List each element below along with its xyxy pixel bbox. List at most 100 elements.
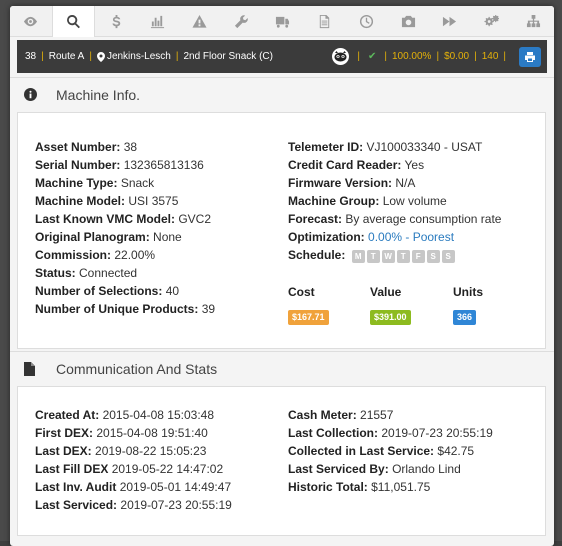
field-label: Credit Card Reader: — [288, 158, 402, 172]
field-label: Collected in Last Service: — [288, 444, 435, 458]
location-name[interactable]: Jenkins-Lesch — [107, 51, 171, 62]
tab-maintenance[interactable] — [220, 6, 262, 36]
separator: | — [384, 51, 387, 62]
tab-delivery[interactable] — [262, 6, 304, 36]
clock-icon — [359, 14, 373, 28]
field-row: Collected in Last Service: $42.75 — [288, 444, 474, 458]
route-stats: | ✔ | 100.00% | $0.00 | 140 | — [332, 46, 541, 67]
optimization-value[interactable]: 0.00% - Poorest — [368, 230, 454, 244]
metric-label-value: Value — [370, 285, 402, 299]
tab-bar — [10, 6, 554, 37]
tab-hierarchy[interactable] — [512, 6, 554, 36]
machine-modal: 38 | Route A | Jenkins-Lesch | 2nd Floor… — [10, 6, 554, 546]
metric-label-cost: Cost — [288, 285, 315, 299]
machine-number: 38 — [25, 51, 37, 62]
field-value: GVC2 — [178, 212, 212, 226]
value-badge: $391.00 — [370, 310, 411, 325]
communication-panel: Created At: 2015-04-08 15:03:48 First DEX… — [17, 386, 546, 536]
field-value: Orlando Lind — [392, 462, 461, 476]
document-icon — [319, 14, 330, 28]
field-value: 2015-04-08 19:51:40 — [96, 426, 208, 440]
schedule-day: W — [381, 250, 395, 263]
count: 140 — [481, 51, 499, 62]
separator: | — [357, 51, 360, 62]
field-value: 2019-07-23 20:55:19 — [381, 426, 493, 440]
tab-search[interactable] — [51, 6, 96, 37]
field-row: Machine Type: Snack — [35, 176, 154, 190]
separator: | — [175, 51, 179, 62]
field-value: By average consumption rate — [345, 212, 502, 226]
separator: | — [474, 51, 477, 62]
field-row: Forecast: By average consumption rate — [288, 212, 501, 226]
field-label: Firmware Version: — [288, 176, 393, 190]
field-value: Connected — [79, 266, 138, 280]
field-label: Last DEX: — [35, 444, 92, 458]
tab-financial[interactable] — [95, 6, 137, 36]
field-row: Firmware Version: N/A — [288, 176, 415, 190]
info-icon — [24, 88, 42, 101]
field-value: $11,051.75 — [371, 480, 431, 494]
print-button[interactable] — [519, 46, 541, 67]
field-value: Yes — [404, 158, 425, 172]
sitemap-icon — [526, 14, 540, 27]
field-value: 22.00% — [114, 248, 156, 262]
machine-info-header: Machine Info. — [10, 77, 554, 111]
field-row: Last Serviced: 2019-07-23 20:55:19 — [35, 498, 232, 512]
field-value: 2015-04-08 15:03:48 — [102, 408, 215, 422]
schedule-day: F — [411, 250, 425, 263]
field-row: Last Known VMC Model: GVC2 — [35, 212, 211, 226]
tab-forward[interactable] — [429, 6, 471, 36]
field-row: Last DEX: 2019-08-22 15:05:23 — [35, 444, 206, 458]
schedule-label: Schedule: — [288, 248, 346, 262]
communication-header: Communication And Stats — [10, 351, 554, 385]
field-row: Historic Total: $11,051.75 — [288, 480, 430, 494]
field-value: 21557 — [360, 408, 394, 422]
tab-overview[interactable] — [10, 6, 52, 36]
field-value: 39 — [201, 302, 216, 316]
field-row: Last Serviced By: Orlando Lind — [288, 462, 461, 476]
section-title: Machine Info. — [56, 86, 141, 103]
tab-alerts[interactable] — [179, 6, 221, 36]
route-name[interactable]: Route A — [49, 51, 85, 62]
field-value: $42.75 — [437, 444, 475, 458]
fast-forward-icon — [443, 16, 457, 26]
separator: | — [41, 51, 44, 62]
field-value: 2019-05-01 14:49:47 — [119, 480, 232, 494]
units-badge: 366 — [453, 310, 477, 325]
field-row: Cash Meter: 21557 — [288, 408, 393, 422]
schedule-day: S — [426, 250, 440, 263]
field-label: Historic Total: — [288, 480, 368, 494]
tab-history[interactable] — [346, 6, 388, 36]
field-value: None — [153, 230, 182, 244]
field-label: First DEX: — [35, 426, 94, 440]
field-label: Last Known VMC Model: — [35, 212, 175, 226]
field-label: Commission: — [35, 248, 112, 262]
tab-documents[interactable] — [304, 6, 346, 36]
field-row: First DEX: 2015-04-08 19:51:40 — [35, 426, 208, 440]
field-value: VJ100033340 - USAT — [366, 140, 483, 154]
field-row: Commission: 22.00% — [35, 248, 155, 262]
field-value: 40 — [165, 284, 180, 298]
field-label: Last Fill DEX — [35, 462, 109, 476]
field-label: Cash Meter: — [288, 408, 357, 422]
search-icon — [67, 14, 80, 29]
field-row: Telemeter ID: VJ100033340 - USAT — [288, 140, 482, 154]
optimization-label: Optimization: — [288, 230, 365, 244]
field-row: Original Planogram: None — [35, 230, 182, 244]
tab-charts[interactable] — [137, 6, 179, 36]
field-value: Low volume — [382, 194, 447, 208]
field-row: Machine Model: USI 3575 — [35, 194, 178, 208]
separator: | — [436, 51, 440, 62]
schedule-day: M — [351, 250, 365, 263]
schedule-row: Schedule: MTWTFSS — [288, 248, 457, 263]
map-marker-icon — [96, 51, 105, 62]
section-title: Communication And Stats — [56, 360, 218, 377]
tab-settings[interactable] — [471, 6, 513, 36]
field-label: Original Planogram: — [35, 230, 150, 244]
tab-photos[interactable] — [387, 6, 429, 36]
machine-info-panel: Asset Number: 38 Serial Number: 132365813… — [17, 112, 546, 349]
dollar-icon — [112, 14, 120, 28]
field-label: Asset Number: — [35, 140, 121, 154]
field-label: Last Serviced By: — [288, 462, 389, 476]
gears-icon — [484, 14, 499, 26]
